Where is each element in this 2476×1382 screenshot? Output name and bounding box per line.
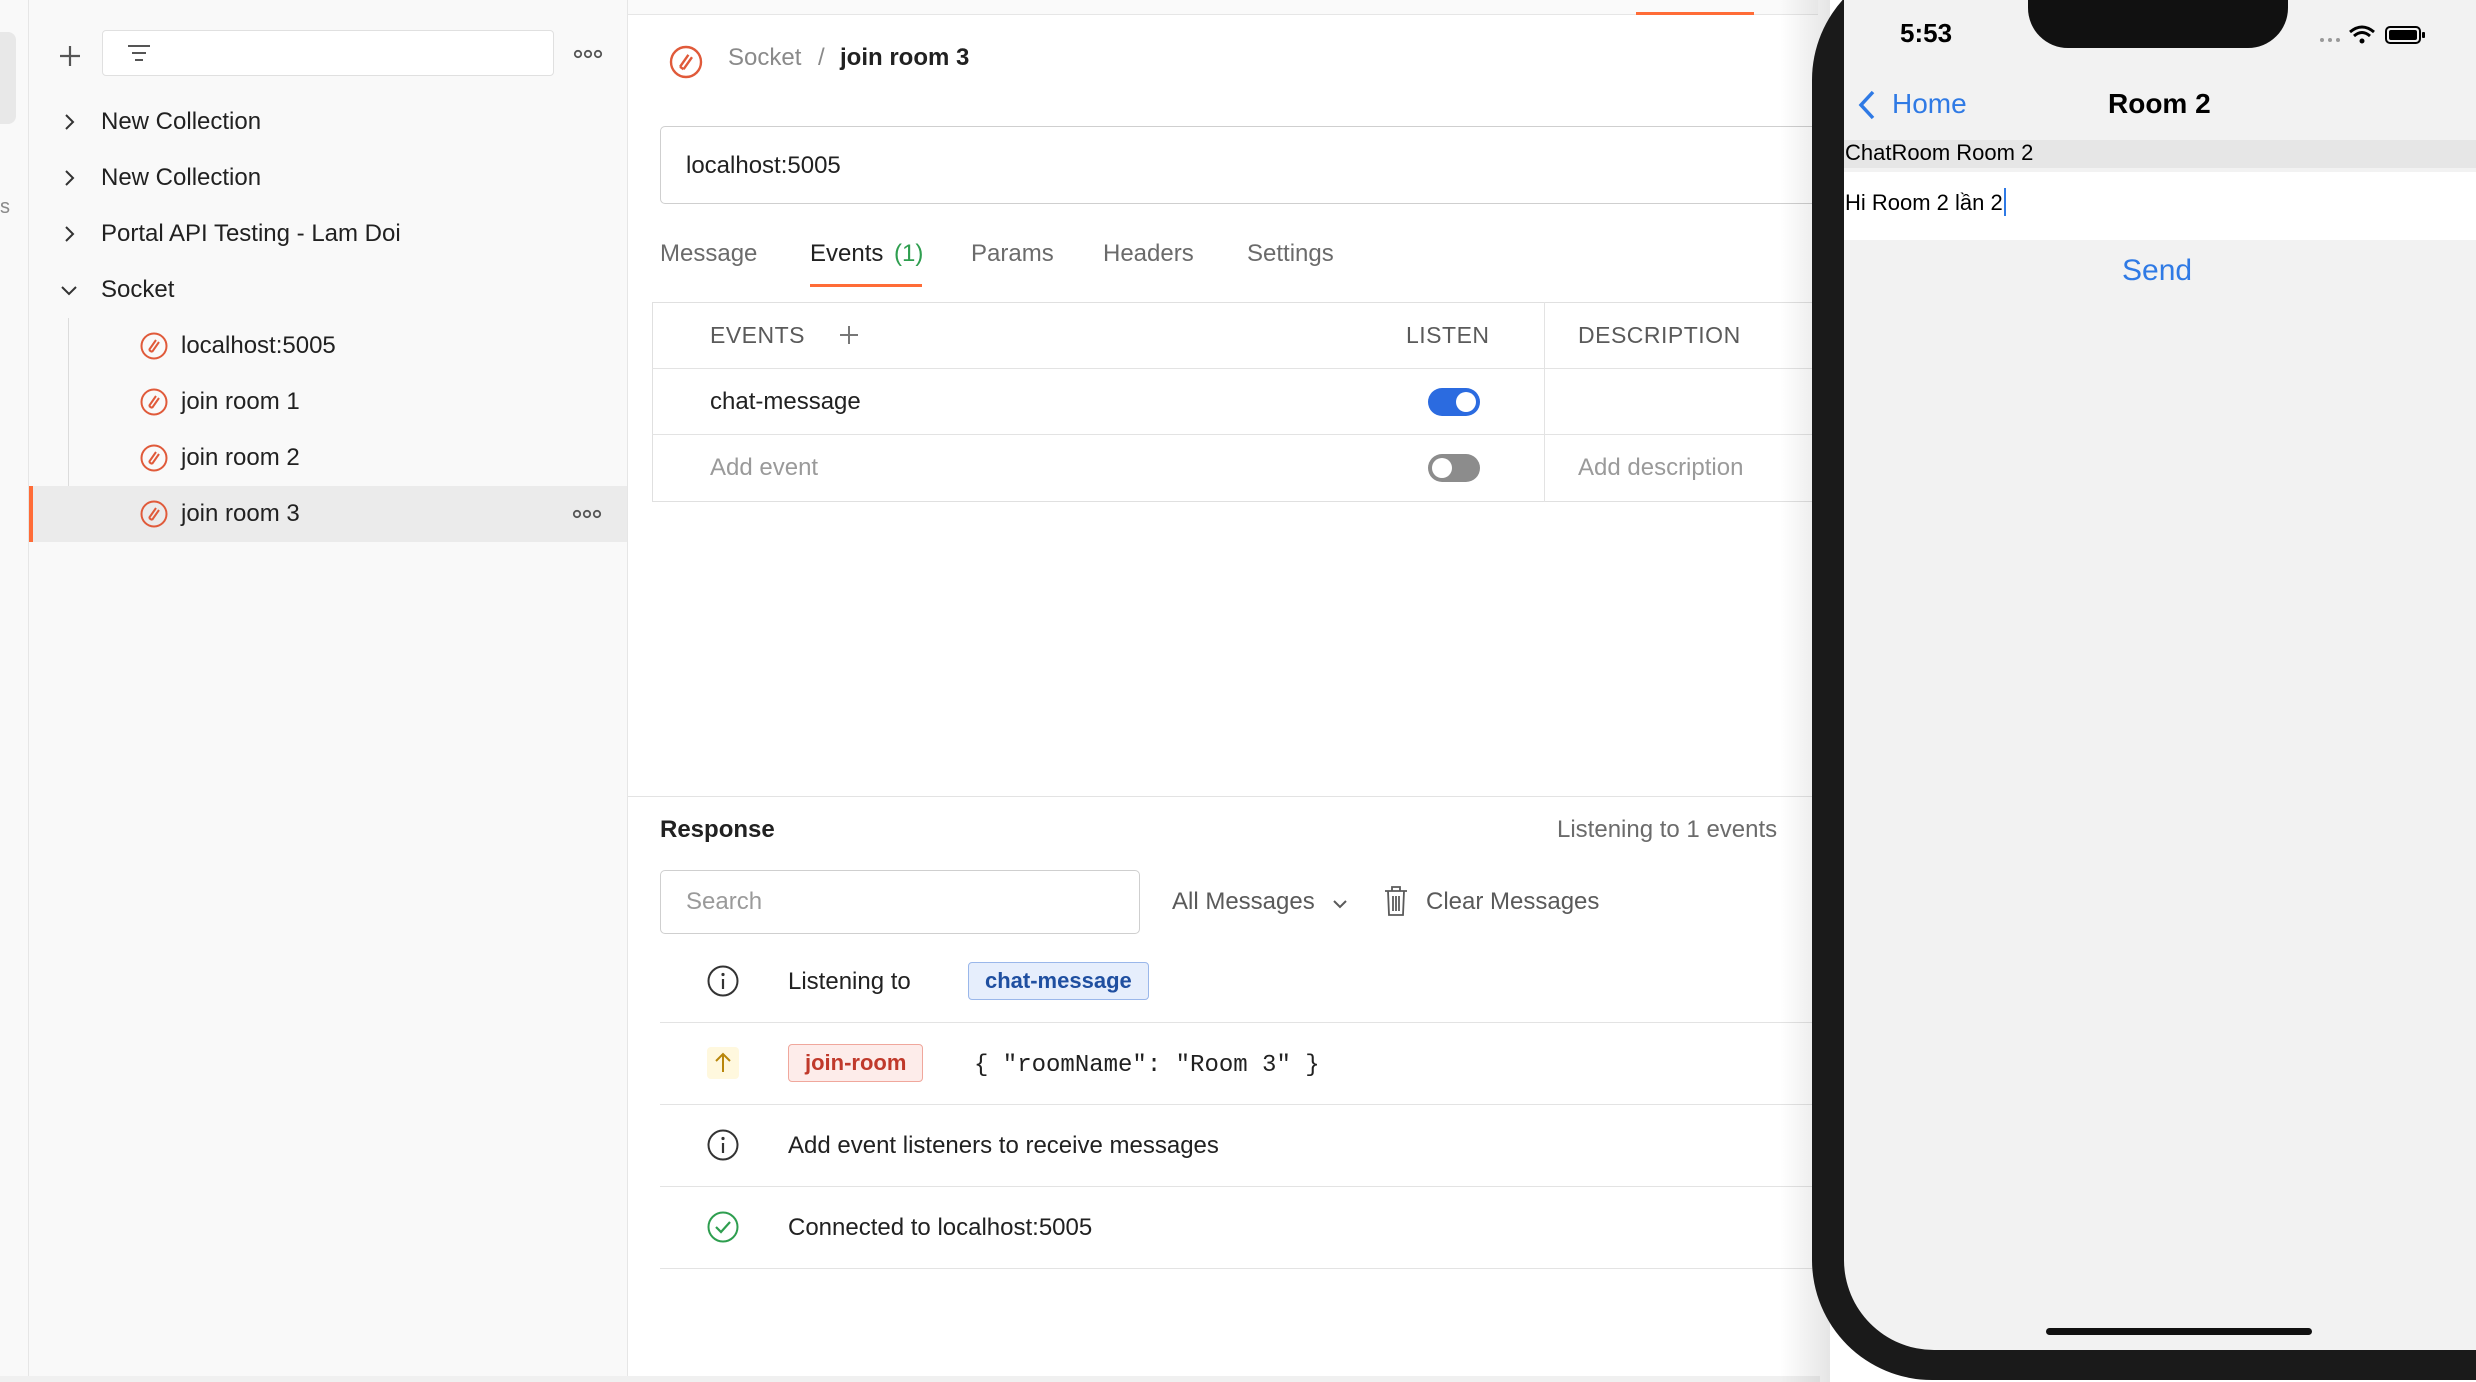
room-label: ChatRoom Room 2 [1845, 140, 2034, 165]
message-divider [660, 1104, 1818, 1105]
chevron-right-icon[interactable] [57, 110, 81, 134]
tab-headers[interactable]: Headers [1103, 240, 1194, 268]
tree-item-label: New Collection [101, 108, 262, 135]
tree-item-label: Socket [101, 276, 175, 303]
response-divider[interactable] [628, 796, 1818, 797]
tree-item-label: New Collection [101, 164, 262, 191]
active-tab-indicator [1636, 12, 1754, 15]
tab-settings[interactable]: Settings [1247, 240, 1334, 268]
breadcrumb-current[interactable]: join room 3 [840, 44, 969, 72]
tree-request-label: localhost:5005 [181, 332, 336, 359]
tab-events-count: (1) [894, 240, 924, 267]
tree-request-join-room-1[interactable]: join room 1 [29, 374, 627, 430]
home-indicator [2046, 1328, 2312, 1335]
tree-request-join-room-2[interactable]: join room 2 [29, 430, 627, 486]
message-text: Connected to localhost:5005 [788, 1214, 1093, 1241]
chevron-right-icon[interactable] [57, 222, 81, 246]
listen-toggle[interactable] [1428, 454, 1480, 482]
socket-request-icon [140, 388, 168, 416]
event-tag: chat-message [968, 962, 1149, 1000]
chevron-right-icon[interactable] [57, 166, 81, 190]
phone-status-icons [2320, 25, 2425, 44]
tab-events[interactable]: Events [810, 240, 883, 268]
table-divider [652, 368, 1852, 369]
chevron-down-icon[interactable] [1330, 894, 1350, 914]
message-text: Listening to [788, 968, 911, 995]
url-value: localhost:5005 [686, 152, 841, 179]
more-options-icon[interactable] [570, 40, 606, 68]
send-button[interactable]: Send [2122, 254, 2192, 288]
filter-icon [128, 45, 150, 61]
sidebar-filter-input[interactable] [102, 30, 554, 76]
breadcrumb-separator: / [818, 44, 825, 71]
response-title: Response [660, 816, 775, 843]
events-column-header: EVENTS [710, 322, 806, 348]
text-caret [2004, 188, 2006, 216]
more-options-icon[interactable] [569, 500, 605, 528]
socket-request-icon [669, 45, 703, 79]
check-circle-icon [707, 1211, 739, 1243]
response-status: Listening to 1 events [1557, 816, 1778, 843]
tree-item-label: Portal API Testing - Lam Doi [101, 220, 401, 247]
tab-message[interactable]: Message [660, 240, 757, 268]
message-divider [660, 1022, 1818, 1023]
message-input-value: Hi Room 2 lần 2 [1845, 190, 2003, 215]
phone-nav-title: Room 2 [2108, 88, 2211, 119]
sent-arrow-icon [707, 1047, 739, 1079]
tab-params[interactable]: Params [971, 240, 1054, 268]
clear-messages-button[interactable]: Clear Messages [1426, 888, 1599, 916]
phone-clock: 5:53 [1900, 18, 1953, 48]
tree-request-label: join room 3 [181, 500, 300, 527]
table-divider [1544, 302, 1545, 502]
tree-item-collection[interactable]: Portal API Testing - Lam Doi [29, 206, 627, 262]
socket-request-icon [140, 332, 168, 360]
socket-request-icon [140, 500, 168, 528]
info-icon [707, 1129, 739, 1161]
add-event-icon[interactable] [836, 322, 862, 348]
strip-letter: s [0, 196, 10, 218]
status-bar [0, 1376, 1820, 1382]
socket-request-icon [140, 444, 168, 472]
tree-request-join-room-3[interactable]: join room 3 [29, 486, 627, 542]
table-divider [652, 434, 1852, 435]
message-payload: { "roomName": "Room 3" } [974, 1052, 1320, 1079]
chevron-down-icon[interactable] [57, 278, 81, 302]
message-text: Add event listeners to receive messages [788, 1132, 1219, 1159]
tree-request-label: join room 1 [181, 388, 300, 415]
listen-column-header: LISTEN [1406, 322, 1490, 348]
listen-toggle[interactable] [1428, 388, 1480, 416]
info-icon [707, 965, 739, 997]
breadcrumb-parent[interactable]: Socket [728, 44, 801, 72]
add-event-input[interactable]: Add event [710, 454, 818, 482]
description-column-header: DESCRIPTION [1578, 322, 1741, 348]
trash-icon[interactable] [1382, 884, 1410, 918]
tree-item-collection[interactable]: New Collection [29, 150, 627, 206]
back-chevron-icon[interactable] [1856, 88, 1878, 122]
strip-handle[interactable] [0, 32, 16, 124]
tab-underline [810, 284, 922, 287]
search-placeholder: Search [686, 888, 763, 915]
message-divider [660, 1268, 1818, 1269]
tree-item-socket[interactable]: Socket [29, 262, 627, 318]
event-tag: join-room [788, 1044, 924, 1082]
back-button[interactable]: Home [1892, 88, 1967, 120]
phone-notch [2028, 0, 2288, 48]
event-name[interactable]: chat-message [710, 388, 861, 416]
tree-request-label: join room 2 [181, 444, 300, 471]
tree-item-collection[interactable]: New Collection [29, 94, 627, 150]
message-filter-dropdown[interactable]: All Messages [1172, 888, 1315, 916]
add-description-input[interactable]: Add description [1578, 454, 1743, 482]
message-divider [660, 1186, 1818, 1187]
tree-request-localhost[interactable]: localhost:5005 [29, 318, 627, 374]
left-activity-strip: s [0, 0, 29, 1382]
add-icon[interactable] [48, 36, 92, 76]
